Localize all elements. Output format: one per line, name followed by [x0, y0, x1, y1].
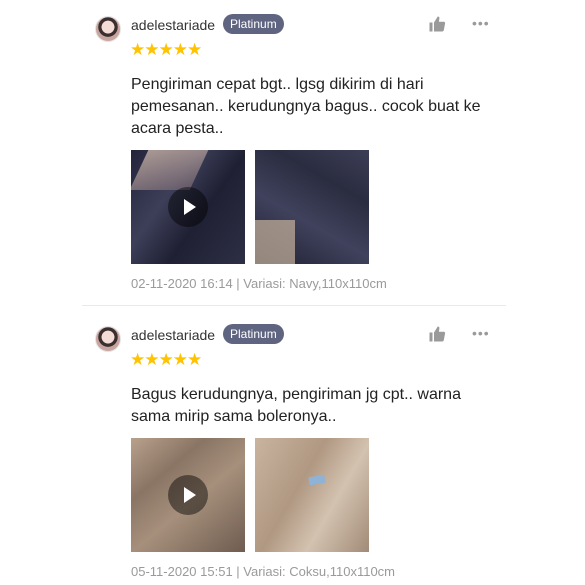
review-comment: Bagus kerudungnya, pengiriman jg cpt.. w… [131, 386, 461, 425]
rating-stars: ★★★★★ [130, 40, 202, 59]
thumbs-up-icon[interactable] [428, 325, 446, 343]
reviewer-name[interactable]: adelestariade [131, 327, 215, 343]
review-meta: 05-11-2020 15:51 | Variasi: Coksu,110x11… [131, 564, 396, 579]
review-meta: 02-11-2020 16:14 | Variasi: Navy,110x110… [131, 276, 387, 291]
review-comment: Pengiriman cepat bgt.. lgsg dikirim di h… [131, 76, 481, 137]
review-divider [82, 305, 506, 306]
membership-badge: Platinum [223, 324, 284, 344]
reviewer-name[interactable]: adelestariade [131, 17, 215, 33]
avatar[interactable] [95, 16, 121, 42]
rating-stars: ★★★★★ [130, 350, 202, 369]
product-label [308, 474, 326, 486]
play-icon[interactable] [168, 187, 208, 227]
review-video-thumbnail[interactable] [131, 438, 245, 552]
more-options-icon[interactable]: ••• [472, 15, 490, 31]
thumbs-up-icon[interactable] [428, 15, 446, 33]
review-image-thumbnail[interactable] [255, 150, 369, 264]
review-video-thumbnail[interactable] [131, 150, 245, 264]
avatar[interactable] [95, 326, 121, 352]
play-icon[interactable] [168, 475, 208, 515]
more-options-icon[interactable]: ••• [472, 325, 490, 341]
membership-badge: Platinum [223, 14, 284, 34]
review-image-thumbnail[interactable] [255, 438, 369, 552]
